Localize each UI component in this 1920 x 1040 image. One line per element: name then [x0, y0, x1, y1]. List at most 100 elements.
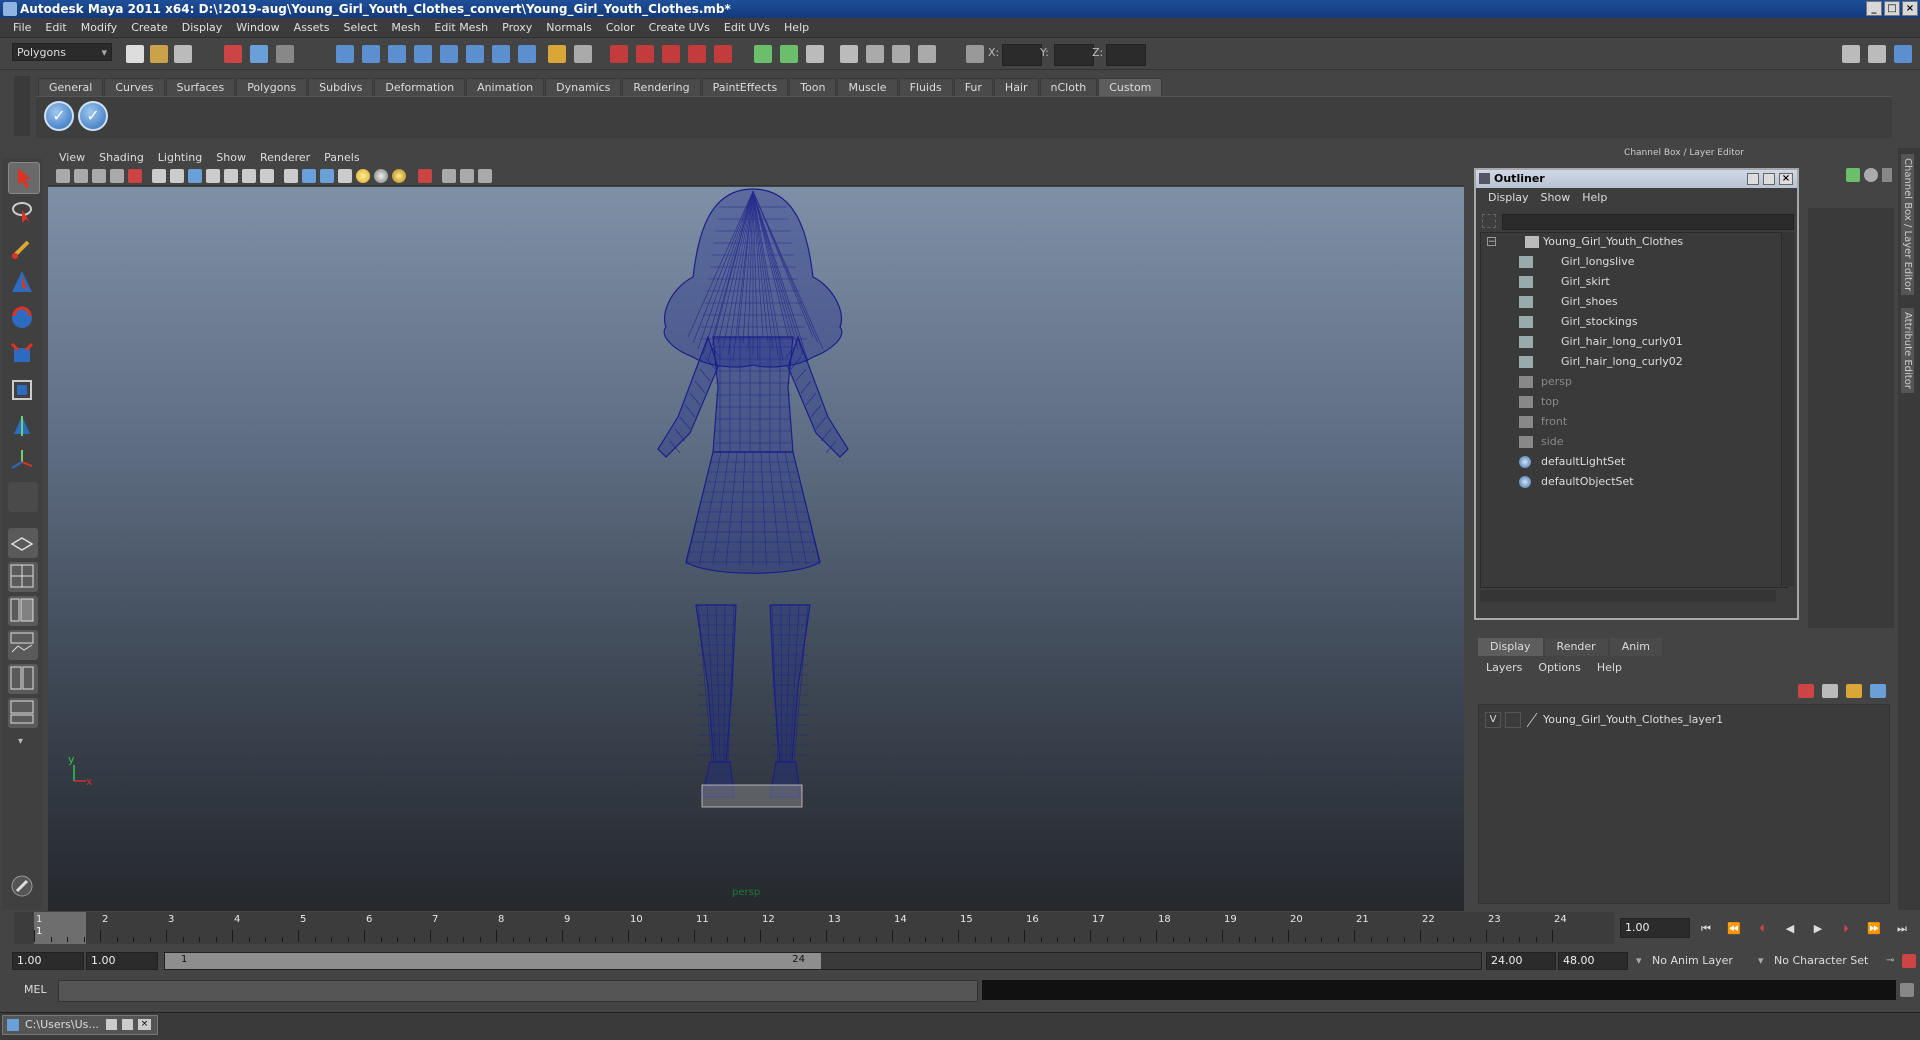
minimize-button[interactable]: _	[1866, 1, 1882, 16]
hypershade-icon[interactable]	[688, 45, 706, 63]
render-view-icon[interactable]	[714, 45, 732, 63]
layer-menu-help[interactable]: Help	[1589, 661, 1630, 674]
outliner-close-button[interactable]: ×	[1779, 173, 1793, 185]
menu-create[interactable]: Create	[124, 21, 175, 34]
shelf-tab-fur[interactable]: Fur	[953, 78, 993, 97]
step-back-key-icon[interactable]: ⏴	[1754, 922, 1770, 936]
field-chart-icon[interactable]	[224, 169, 238, 183]
menu-window[interactable]: Window	[229, 21, 286, 34]
new-layer-icon[interactable]	[1846, 684, 1862, 698]
shelf-tab-general[interactable]: General	[38, 78, 104, 97]
hardware-lighting-icon[interactable]	[392, 169, 406, 183]
toggle-attribute-editor-icon[interactable]	[1842, 45, 1860, 63]
rotate-tool-icon[interactable]	[8, 304, 38, 334]
step-forward-frame-icon[interactable]: ⏩	[1866, 922, 1882, 936]
render-settings-icon[interactable]	[662, 45, 680, 63]
textured-icon[interactable]	[338, 169, 352, 183]
channel-box-manip-icon[interactable]	[1864, 168, 1878, 182]
grease-pencil-icon[interactable]	[8, 872, 38, 902]
current-frame-input[interactable]: 1.00	[1620, 918, 1690, 938]
outliner-vertical-scrollbar[interactable]	[1781, 232, 1794, 586]
go-to-start-icon[interactable]: ⏮	[1698, 922, 1714, 936]
snapshot-icon[interactable]	[754, 45, 772, 63]
animation-end-input[interactable]: 48.00	[1558, 952, 1628, 970]
menu-select[interactable]: Select	[336, 21, 384, 34]
menu-edit[interactable]: Edit	[38, 21, 73, 34]
wireframe-on-shaded-icon[interactable]	[320, 169, 334, 183]
play-backwards-icon[interactable]: ◀	[1782, 922, 1798, 936]
persp-outliner-layout-icon[interactable]	[8, 596, 38, 626]
snap-point-icon[interactable]	[388, 45, 406, 63]
anim-layer-dropdown[interactable]: ▾ No Anim Layer	[1634, 952, 1764, 970]
viewport-menu-show[interactable]: Show	[209, 151, 253, 164]
outliner-horizontal-scrollbar[interactable]	[1480, 590, 1776, 602]
move-layer-down-icon[interactable]	[1822, 684, 1838, 698]
layer-menu-layers[interactable]: Layers	[1478, 661, 1530, 674]
command-language-label[interactable]: MEL	[24, 983, 47, 996]
isolate-icon[interactable]	[574, 45, 592, 63]
select-hierarchy-icon[interactable]	[224, 45, 242, 63]
time-slider[interactable]: 1 1 2 3 4 5 6 7 8 9 10 11 12 13 14 15 16 17 18 19 20 21 22 23 2…	[14, 912, 1614, 944]
outliner-minimize-button[interactable]	[1747, 173, 1759, 185]
menu-help[interactable]: Help	[777, 21, 816, 34]
play-forwards-icon[interactable]: ▶	[1810, 922, 1826, 936]
film-gate-icon[interactable]	[170, 169, 184, 183]
collapse-icon[interactable]: −	[1487, 237, 1496, 247]
four-view-layout-icon[interactable]	[8, 562, 38, 592]
viewport-menu-renderer[interactable]: Renderer	[253, 151, 317, 164]
menu-mesh[interactable]: Mesh	[384, 21, 427, 34]
safe-title-icon[interactable]	[260, 169, 274, 183]
z-input[interactable]	[1106, 44, 1146, 66]
layer-row[interactable]: V Young_Girl_Youth_Clothes_layer1	[1479, 711, 1889, 729]
select-component-icon[interactable]	[276, 45, 294, 63]
menu-edit-mesh[interactable]: Edit Mesh	[427, 21, 495, 34]
ipr-render-icon[interactable]	[636, 45, 654, 63]
animation-preferences-icon[interactable]	[1902, 954, 1916, 968]
menu-color[interactable]: Color	[599, 21, 642, 34]
camera-attributes-icon[interactable]	[74, 169, 88, 183]
select-camera-icon[interactable]	[56, 169, 70, 183]
shelf-tab-curves[interactable]: Curves	[104, 78, 165, 97]
help-icon[interactable]	[518, 45, 536, 63]
toggle-channel-box-icon[interactable]	[1894, 45, 1912, 63]
open-scene-icon[interactable]	[150, 45, 168, 63]
two-d-pan-icon[interactable]	[128, 169, 142, 183]
channel-box-icon[interactable]	[892, 45, 910, 63]
outliner-menu-show[interactable]: Show	[1535, 191, 1577, 204]
toggle-tool-settings-icon[interactable]	[1868, 45, 1886, 63]
gate-mask-icon[interactable]	[206, 169, 220, 183]
move-tool-icon[interactable]	[8, 268, 38, 298]
x-input[interactable]	[1002, 44, 1042, 66]
outliner-item-set[interactable]: defaultLightSet	[1481, 453, 1781, 471]
shelf-tab-subdivs[interactable]: Subdivs	[308, 78, 374, 97]
layer-menu-options[interactable]: Options	[1530, 661, 1588, 674]
shelf-tab-hair[interactable]: Hair	[993, 78, 1039, 97]
outliner-filter-icon[interactable]	[1482, 214, 1496, 228]
shadows-icon[interactable]	[374, 169, 388, 183]
outliner-item-camera[interactable]: front	[1481, 413, 1781, 431]
menu-modify[interactable]: Modify	[74, 21, 124, 34]
outliner-item-camera[interactable]: side	[1481, 433, 1781, 451]
step-forward-key-icon[interactable]: ⏵	[1838, 922, 1854, 936]
menu-assets[interactable]: Assets	[287, 21, 337, 34]
isolate-select-icon[interactable]	[418, 169, 432, 183]
viewport-menu-shading[interactable]: Shading	[92, 151, 151, 164]
universal-manip-icon[interactable]	[8, 376, 38, 406]
attribute-editor-vertical-tab[interactable]: Attribute Editor	[1901, 308, 1914, 393]
shelf-tab-ncloth[interactable]: nCloth	[1039, 78, 1098, 97]
batch-render-icon[interactable]	[780, 45, 798, 63]
channel-box-vertical-tab[interactable]: Channel Box / Layer Editor	[1901, 154, 1914, 296]
xray-joints-icon[interactable]	[460, 169, 474, 183]
persp-viewport[interactable]: y x persp	[48, 187, 1464, 911]
shelf-tab-toon[interactable]: Toon	[789, 78, 837, 97]
close-button[interactable]: ×	[1902, 1, 1918, 16]
menu-create-uvs[interactable]: Create UVs	[642, 21, 717, 34]
shelf-tab-deformation[interactable]: Deformation	[374, 78, 466, 97]
select-object-icon[interactable]	[250, 45, 268, 63]
lasso-tool-icon[interactable]	[8, 198, 38, 228]
image-plane-icon[interactable]	[110, 169, 124, 183]
outliner-item-child[interactable]: Girl_shoes	[1481, 293, 1781, 311]
script-editor-button-icon[interactable]	[1900, 983, 1914, 997]
outliner-item-camera[interactable]: top	[1481, 393, 1781, 411]
new-layer-selected-icon[interactable]	[1870, 684, 1886, 698]
